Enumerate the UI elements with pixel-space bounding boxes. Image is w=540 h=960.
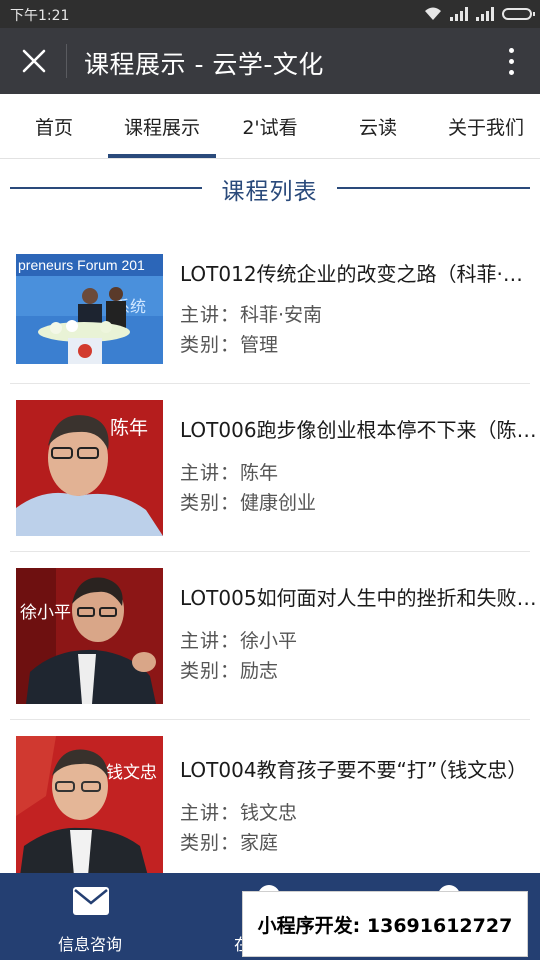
course-thumbnail: 陈年 [16, 400, 163, 536]
category-name: 管理 [240, 334, 279, 356]
lecturer-label: 主讲： [180, 630, 241, 652]
status-icons [424, 6, 535, 22]
signal-icon [450, 7, 468, 21]
course-category: 类别：管理 [180, 330, 278, 357]
nav-info-consult[interactable]: 信息咨询 [0, 873, 180, 960]
course-title: LOT012传统企业的改变之路（科菲·安南） [180, 262, 540, 286]
lecturer-name: 钱文忠 [240, 802, 298, 824]
more-dot-icon [508, 69, 514, 75]
course-item[interactable]: 钱文忠 LOT004教育孩子要不要“打”（钱文忠） 主讲：钱文忠 类别：家庭 [0, 720, 540, 888]
title-bar: 课程展示 - 云学-文化 [0, 28, 540, 94]
thumb-name-text: 陈年 [110, 417, 148, 439]
course-title: LOT005如何面对人生中的挫折和失败（徐小平） [180, 586, 540, 610]
thumb-name-text: 徐小平 [20, 603, 71, 623]
course-category: 类别：家庭 [180, 828, 278, 855]
category-label: 类别： [180, 492, 241, 514]
course-list: preneurs Forum 201 系统 LOT012传统企业的改变之路（科菲… [0, 216, 540, 888]
more-menu-button[interactable] [498, 41, 524, 81]
course-thumbnail: preneurs Forum 201 系统 [16, 254, 163, 364]
tab-about-us[interactable]: 关于我们 [432, 94, 540, 158]
close-button[interactable] [14, 41, 54, 81]
thumb-banner-text: preneurs Forum 201 [18, 257, 145, 273]
lecturer-name: 徐小平 [240, 630, 298, 652]
more-dot-icon [508, 47, 514, 53]
section-title: 课程列表 [221, 179, 318, 205]
lecturer-label: 主讲： [180, 462, 241, 484]
section-header: 课程列表 [0, 160, 540, 216]
course-item[interactable]: 陈年 LOT006跑步像创业根本停不下来（陈年） 主讲：陈年 类别：健康创业 [0, 384, 540, 552]
category-name: 励志 [240, 660, 279, 682]
close-icon [22, 49, 46, 73]
tab-cloud-read[interactable]: 云读 [324, 94, 432, 158]
tab-course-display[interactable]: 课程展示 [108, 94, 216, 158]
lecturer-label: 主讲： [180, 802, 241, 824]
course-lecturer: 主讲：科菲·安南 [180, 300, 322, 327]
course-item[interactable]: preneurs Forum 201 系统 LOT012传统企业的改变之路（科菲… [0, 216, 540, 384]
course-lecturer: 主讲：钱文忠 [180, 798, 297, 825]
signal-icon-2 [476, 7, 494, 21]
status-bar: 下午1:21 [0, 0, 540, 28]
course-lecturer: 主讲：陈年 [180, 458, 278, 485]
mail-icon [73, 887, 109, 915]
tab-home[interactable]: 首页 [0, 94, 108, 158]
tab-preview[interactable]: 2'试看 [216, 94, 324, 158]
course-title: LOT006跑步像创业根本停不下来（陈年） [180, 418, 540, 442]
lecturer-name: 陈年 [240, 462, 279, 484]
course-thumbnail: 徐小平 [16, 568, 163, 704]
course-title: LOT004教育孩子要不要“打”（钱文忠） [180, 758, 528, 782]
category-name: 家庭 [240, 832, 279, 854]
category-name: 健康创业 [240, 492, 317, 514]
tab-bar: 首页 课程展示 2'试看 云读 关于我们 [0, 94, 540, 159]
promo-banner: 小程序开发: 13691612727 [242, 891, 528, 957]
course-category: 类别：健康创业 [180, 488, 316, 515]
thumb-name-text: 钱文忠 [106, 763, 157, 783]
category-label: 类别： [180, 334, 241, 356]
category-label: 类别： [180, 660, 241, 682]
lecturer-label: 主讲： [180, 304, 241, 326]
battery-icon [502, 8, 535, 20]
title-divider [66, 44, 67, 78]
more-dot-icon [508, 58, 514, 64]
course-thumbnail: 钱文忠 [16, 736, 163, 876]
category-label: 类别： [180, 832, 241, 854]
lecturer-name: 科菲·安南 [240, 304, 323, 326]
wifi-icon [425, 7, 441, 20]
course-item[interactable]: 徐小平 LOT005如何面对人生中的挫折和失败（徐小平） 主讲：徐小平 类别：励… [0, 552, 540, 720]
status-time: 下午1:21 [10, 8, 70, 24]
section-divider-left [10, 187, 202, 189]
section-divider-right [337, 187, 530, 189]
course-lecturer: 主讲：徐小平 [180, 626, 297, 653]
course-category: 类别：励志 [180, 656, 278, 683]
nav-label: 信息咨询 [57, 935, 122, 954]
page-title: 课程展示 - 云学-文化 [84, 50, 324, 79]
